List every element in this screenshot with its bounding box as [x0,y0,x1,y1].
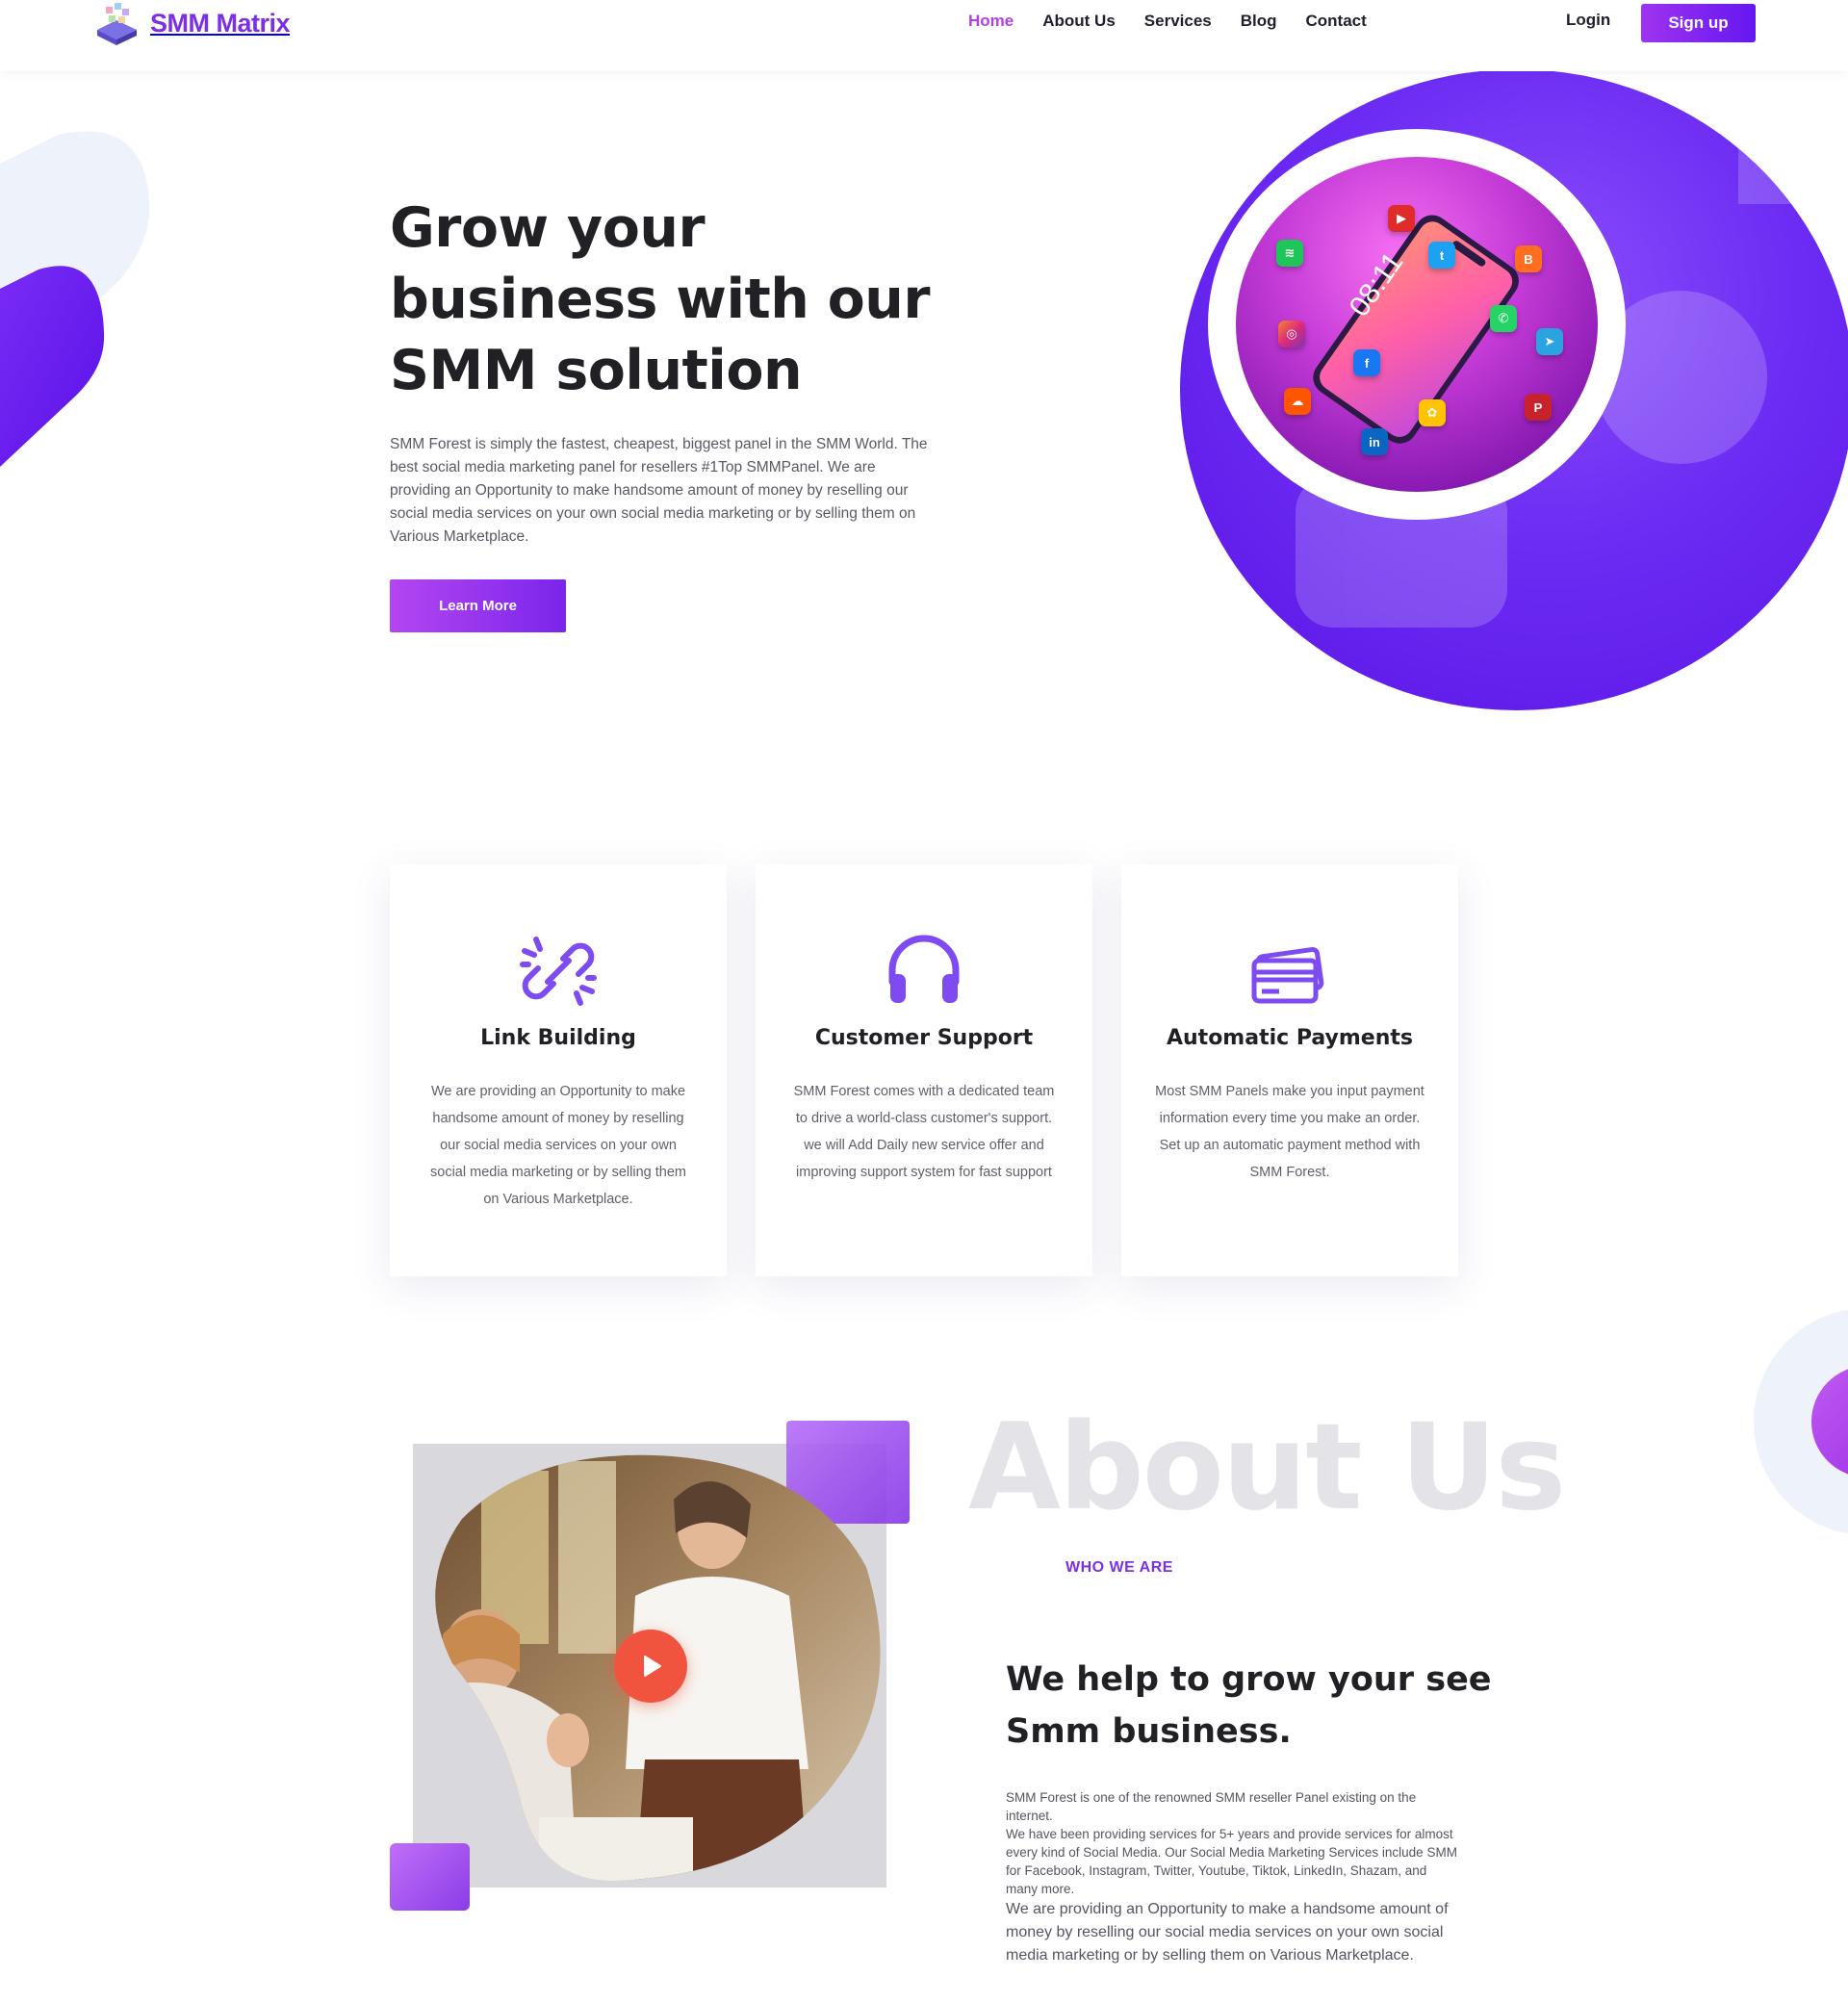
about-tagline: WHO WE ARE [1065,1559,1173,1576]
main-nav: Home About Us Services Blog Contact [968,12,1396,31]
broken-link-icon [520,937,597,1006]
about-description-large: We are providing an Opportunity to make … [1006,1901,1449,1964]
logo-cube-icon [97,3,137,45]
headphones-icon [888,935,960,1003]
facebook-icon: f [1353,349,1380,376]
about-description-small: SMM Forest is one of the renowned SMM re… [1006,1788,1458,1898]
nav-link-services[interactable]: Services [1144,12,1212,31]
top-navbar: SMM Matrix Home About Us Services Blog C… [0,0,1848,71]
twitter-icon: t [1428,242,1455,269]
soundcloud-icon: ☁ [1284,388,1311,415]
feature-card-link-building: Link Building We are providing an Opport… [390,864,727,1276]
feature-title: Customer Support [814,1026,1034,1050]
feature-text: SMM Forest comes with a dedicated team t… [793,1084,1055,1180]
signup-button[interactable]: Sign up [1641,4,1756,42]
linkedin-icon: in [1361,428,1388,455]
credit-cards-icon [1251,947,1324,1004]
blogger-icon: B [1515,245,1542,272]
about-paragraph-2: We have been providing services for 5+ y… [1006,1827,1457,1896]
about-background-word: About Us [968,1399,1566,1537]
spotify-icon: ≋ [1276,240,1303,267]
learn-more-button[interactable]: Learn More [390,579,566,632]
play-icon [644,1656,661,1677]
feature-title: Automatic Payments [1166,1026,1413,1050]
logo-text: SMM Matrix [150,8,291,38]
about-title: We help to grow your see Smm business. [1006,1660,1492,1751]
logo[interactable]: SMM Matrix [92,0,291,46]
whatsapp-icon: ✆ [1490,305,1517,332]
feature-card-automatic-payments: Automatic Payments Most SMM Panels make … [1121,864,1458,1276]
snapchat-icon: ✿ [1419,399,1446,426]
hero-title: Grow your business with our SMM solution [390,196,931,402]
nav-link-home[interactable]: Home [968,12,1014,31]
nav-link-about-us[interactable]: About Us [1042,12,1116,31]
hero-phone-illustration: 08:11 ▶ ≋ t B ✆ ◎ ➤ f ☁ ✿ P in [1236,157,1598,492]
telegram-icon: ➤ [1536,328,1563,355]
hero-description: SMM Forest is simply the fastest, cheape… [390,436,928,545]
decorative-pill-shapes-left [0,131,150,467]
instagram-icon: ◎ [1278,321,1305,347]
youtube-icon: ▶ [1388,205,1415,232]
feature-title: Link Building [480,1026,636,1050]
feature-card-customer-support: Customer Support SMM Forest comes with a… [756,864,1092,1276]
feature-text: Most SMM Panels make you input payment i… [1155,1084,1424,1180]
nav-link-contact[interactable]: Contact [1306,12,1367,31]
decorative-square-bottom [390,1843,470,1911]
play-video-button[interactable] [614,1630,687,1703]
nav-link-blog[interactable]: Blog [1241,12,1277,31]
decorative-circles-right [1754,1309,1848,1534]
about-paragraph-1: SMM Forest is one of the renowned SMM re… [1006,1790,1417,1823]
feature-text: We are providing an Opportunity to make … [430,1084,686,1207]
login-link[interactable]: Login [1566,11,1610,30]
pinterest-icon: P [1525,394,1552,421]
